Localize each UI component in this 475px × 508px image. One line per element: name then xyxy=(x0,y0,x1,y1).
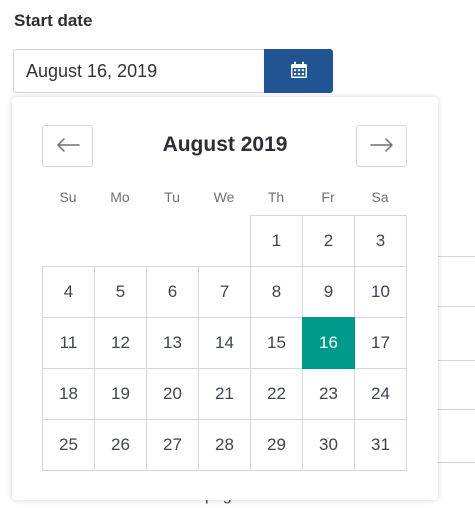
day-cell[interactable]: 27 xyxy=(146,419,199,471)
next-month-button[interactable] xyxy=(356,125,407,167)
day-cell[interactable]: 2 xyxy=(302,215,355,267)
empty-day-cell xyxy=(42,215,95,267)
day-cell[interactable]: 20 xyxy=(146,368,199,420)
empty-day-cell xyxy=(94,215,147,267)
day-cell[interactable]: 23 xyxy=(302,368,355,420)
day-cell[interactable]: 17 xyxy=(354,317,407,369)
day-cell[interactable]: 15 xyxy=(250,317,303,369)
day-cell[interactable]: 3 xyxy=(354,215,407,267)
empty-day-cell xyxy=(198,215,251,267)
background-divider xyxy=(437,306,475,307)
arrow-right-icon xyxy=(369,137,394,155)
background-divider xyxy=(437,360,475,361)
weekday-label: Su xyxy=(59,189,77,205)
weekday-label: Th xyxy=(267,189,285,205)
day-grid: 1 2 3 4 5 6 7 8 9 10 11 12 13 14 15 16 17 18 19 20 21 22 23 24 2… xyxy=(42,215,408,471)
previous-month-button[interactable] xyxy=(42,125,93,167)
weekday-label: Sa xyxy=(371,189,389,205)
day-cell[interactable]: 26 xyxy=(94,419,147,471)
day-cell[interactable]: 24 xyxy=(354,368,407,420)
datepicker-popup: August 2019 Su Mo Tu We Th Fr Sa 1 2 3 4 5 6 7 8 9 10 11… xyxy=(12,97,438,500)
day-cell[interactable]: 9 xyxy=(302,266,355,318)
background-divider xyxy=(437,256,475,257)
day-cell[interactable]: 5 xyxy=(94,266,147,318)
day-cell[interactable]: 1 xyxy=(250,215,303,267)
day-cell[interactable]: 31 xyxy=(354,419,407,471)
calendar-icon xyxy=(290,61,308,82)
month-year-title: August 2019 xyxy=(162,133,288,156)
day-cell[interactable]: 19 xyxy=(94,368,147,420)
day-cell[interactable]: 28 xyxy=(198,419,251,471)
day-cell[interactable]: 30 xyxy=(302,419,355,471)
calendar-toggle-button[interactable] xyxy=(264,49,333,93)
day-cell[interactable]: 25 xyxy=(42,419,95,471)
day-cell[interactable]: 14 xyxy=(198,317,251,369)
background-divider xyxy=(437,409,475,410)
day-cell[interactable]: 13 xyxy=(146,317,199,369)
day-cell[interactable]: 12 xyxy=(94,317,147,369)
background-divider xyxy=(437,462,475,463)
weekday-label: Mo xyxy=(110,189,130,205)
weekday-label: We xyxy=(213,189,235,205)
day-cell[interactable]: 10 xyxy=(354,266,407,318)
day-cell[interactable]: 8 xyxy=(250,266,303,318)
weekday-label: Tu xyxy=(164,189,180,205)
day-cell[interactable]: 29 xyxy=(250,419,303,471)
weekday-label: Fr xyxy=(321,189,335,205)
day-cell[interactable]: 21 xyxy=(198,368,251,420)
selected-day-cell[interactable]: 16 xyxy=(302,317,355,369)
day-cell[interactable]: 4 xyxy=(42,266,95,318)
start-date-input[interactable] xyxy=(13,49,264,93)
empty-day-cell xyxy=(146,215,199,267)
start-date-label: Start date xyxy=(14,11,93,30)
day-cell[interactable]: 11 xyxy=(42,317,95,369)
arrow-left-icon xyxy=(56,137,80,155)
day-cell[interactable]: 6 xyxy=(146,266,199,318)
day-cell[interactable]: 7 xyxy=(198,266,251,318)
weekday-header-row: Su Mo Tu We Th Fr Sa xyxy=(42,189,408,205)
day-cell[interactable]: 22 xyxy=(250,368,303,420)
day-cell[interactable]: 18 xyxy=(42,368,95,420)
